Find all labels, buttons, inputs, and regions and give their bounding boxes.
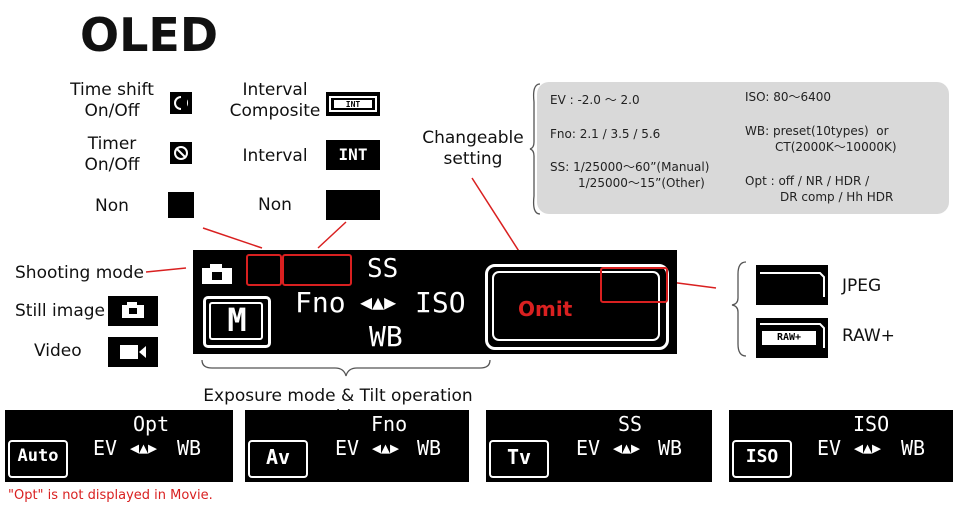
panel-right-label: WB [417, 436, 442, 460]
panel-right-label: WB [658, 436, 683, 460]
video-label: Video [34, 341, 82, 361]
auto-badge-icon: Auto [8, 440, 68, 478]
screen-ss: SS [367, 254, 399, 284]
panel-right-label: WB [901, 436, 926, 460]
mode-panel-auto: Opt EV ◀▲▶ WB Auto [5, 410, 233, 482]
tilt-arrows-icon: ◀▲▶ [372, 439, 400, 457]
video-icon [108, 337, 158, 367]
mode-badge: M [203, 296, 271, 348]
panel-left-label: EV [817, 436, 842, 460]
panel-top-label: Fno [371, 412, 408, 436]
screen-wb: WB [369, 320, 403, 353]
omit-label: Omit [518, 297, 573, 321]
av-badge-icon: Av [248, 440, 308, 478]
highlight-box-2 [282, 254, 352, 286]
tilt-arrows-icon: ◀▲▶ [360, 290, 397, 314]
panel-left-label: EV [576, 436, 601, 460]
screen-fno: Fno [295, 286, 346, 319]
panel-top-label: Opt [133, 412, 170, 436]
raw-icon: RAW+ [756, 318, 828, 358]
tilt-arrows-icon: ◀▲▶ [613, 439, 641, 457]
panel-left-label: EV [93, 436, 118, 460]
raw-label: RAW+ [842, 326, 895, 346]
mode-panel-av: Fno EV ◀▲▶ WB Av [245, 410, 469, 482]
mode-panel-iso: ISO EV ◀▲▶ WB ISO [729, 410, 953, 482]
jpeg-label: JPEG [842, 276, 882, 296]
tv-badge-icon: Tv [489, 440, 549, 478]
main-oled-screen: SS M Fno ◀▲▶ ISO WB Omit [193, 250, 677, 354]
panel-top-label: ISO [853, 412, 890, 436]
iso-badge-icon: ISO [732, 440, 792, 478]
highlight-box-3 [600, 267, 668, 303]
camera-mode-icon [202, 264, 232, 284]
shooting-mode-label: Shooting mode [15, 263, 144, 283]
screen-iso: ISO [415, 286, 466, 319]
mode-panel-tv: SS EV ◀▲▶ WB Tv [486, 410, 712, 482]
still-image-label: Still image [15, 301, 105, 321]
jpeg-icon [756, 265, 828, 305]
panel-right-label: WB [177, 436, 202, 460]
panel-top-label: SS [618, 412, 643, 436]
tilt-arrows-icon: ◀▲▶ [130, 439, 158, 457]
mode-letter: M [227, 301, 247, 339]
panel-left-label: EV [335, 436, 360, 460]
omit-frame: Omit [485, 264, 669, 350]
movie-note: "Opt" is not displayed in Movie. [8, 488, 213, 503]
tilt-arrows-icon: ◀▲▶ [854, 439, 882, 457]
still-image-icon [108, 296, 158, 326]
highlight-box-1 [246, 254, 282, 286]
